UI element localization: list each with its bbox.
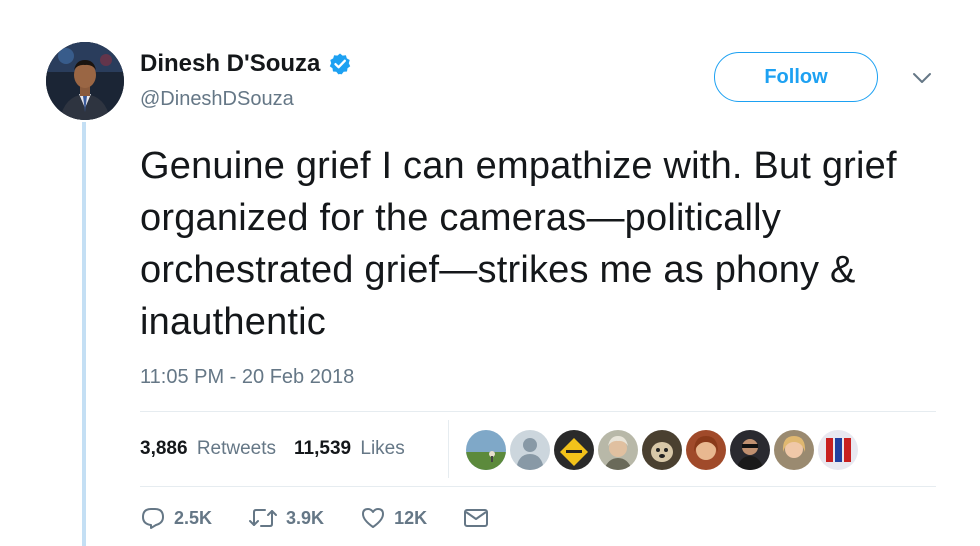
retweet-action[interactable]: 3.9K [248, 507, 324, 529]
retweet-icon [249, 509, 278, 527]
likes-count: 11,539 [294, 438, 352, 459]
like-count: 12K [394, 507, 428, 528]
liker-avatar-default[interactable] [510, 430, 550, 470]
tweet-timestamp[interactable]: 11:05 PM - 20 Feb 2018 [140, 366, 354, 389]
reply-count: 2.5K [174, 507, 213, 528]
envelope-icon [464, 509, 489, 527]
liker-avatar-flags[interactable] [818, 430, 858, 470]
heart-icon [362, 508, 385, 528]
follow-button[interactable]: Follow [714, 52, 878, 102]
engagement-stats: 3,886 Retweets 11,539 Likes [140, 412, 423, 486]
tweet-text: Genuine grief I can empathize with. But … [140, 145, 897, 343]
retweets-stat[interactable]: 3,886 Retweets [140, 438, 276, 460]
reply-action[interactable]: 2.5K [140, 506, 212, 530]
retweet-count: 3.9K [286, 507, 325, 528]
verified-badge-icon [328, 52, 352, 76]
author-display-name[interactable]: Dinesh D'Souza [140, 50, 320, 78]
liker-avatars [466, 430, 858, 470]
tweet-card: Dinesh D'Souza @DineshDSouza Follow Genu… [0, 0, 980, 546]
liker-avatar-woman-red[interactable] [686, 430, 726, 470]
direct-message-action[interactable] [463, 507, 489, 529]
author-avatar[interactable] [46, 42, 124, 120]
chevron-down-icon[interactable] [906, 64, 938, 92]
thread-line [82, 122, 86, 546]
retweets-label: Retweets [196, 438, 277, 459]
likes-stat[interactable]: 11,539 Likes [294, 438, 405, 460]
retweets-count: 3,886 [140, 438, 188, 459]
avatar-image [46, 42, 124, 120]
divider-bottom [140, 486, 936, 487]
likes-label: Likes [360, 438, 405, 459]
author-name-row: Dinesh D'Souza [140, 50, 352, 78]
like-action[interactable]: 12K [360, 506, 427, 530]
liker-avatar-woman[interactable] [598, 430, 638, 470]
tweet-actions: 2.5K 3.9K 12K [140, 506, 525, 530]
liker-avatar-man-dark[interactable] [730, 430, 770, 470]
reply-icon [142, 508, 164, 529]
stats-separator [448, 420, 449, 478]
liker-avatar-dog[interactable] [642, 430, 682, 470]
liker-avatar-landscape[interactable] [466, 430, 506, 470]
liker-avatar-woman-blonde[interactable] [774, 430, 814, 470]
liker-avatar-sign[interactable] [554, 430, 594, 470]
author-handle[interactable]: @DineshDSouza [140, 88, 294, 111]
